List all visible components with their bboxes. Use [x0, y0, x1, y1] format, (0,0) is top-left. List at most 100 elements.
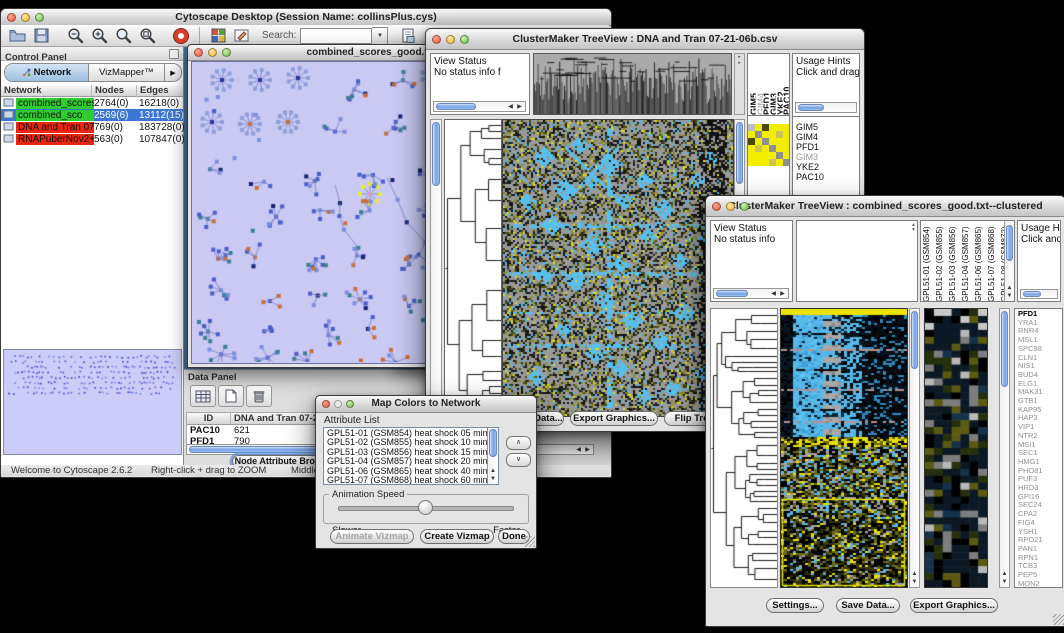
treeview1-titlebar[interactable]: ClusterMaker TreeView : DNA and Tran 07-…	[426, 29, 864, 50]
tv1-gene-item[interactable]: GIM4	[796, 132, 860, 142]
scroll-right-icon[interactable]: ▶	[778, 289, 787, 299]
scroll-thumb[interactable]	[1001, 311, 1008, 387]
search-input[interactable]	[300, 28, 372, 44]
similarity-matrix[interactable]	[748, 124, 790, 166]
attribute-option[interactable]: GPL51-07 (GSM868) heat shock 60 min	[327, 476, 498, 485]
scroll-thumb[interactable]	[716, 290, 748, 297]
tv2-array-label[interactable]: GPL51-07 (GSM868)	[987, 222, 1000, 302]
birdseye-canvas[interactable]	[4, 350, 181, 454]
minimize-icon[interactable]	[726, 202, 735, 211]
tv1-left-dendrogram[interactable]	[444, 119, 502, 417]
tv1-left-vscrollbar[interactable]: ▲ ▼	[430, 119, 442, 421]
mini-arrows-icon[interactable]: ▲▼	[911, 223, 916, 233]
tv2-heatmap-canvas[interactable]	[781, 309, 907, 587]
help-lifesaver-icon[interactable]	[171, 26, 191, 46]
tv2-settings-button[interactable]: Settings...	[766, 598, 824, 613]
tv2-zoom-heatmap-canvas[interactable]	[925, 309, 987, 587]
zoom-window-icon[interactable]	[35, 13, 44, 22]
scroll-left-icon[interactable]: ◀	[506, 102, 515, 112]
tv2-array-label[interactable]: GPL51-03 (GSM856)	[948, 222, 961, 302]
treeview2-titlebar[interactable]: ClusterMaker TreeView : combined_scores_…	[706, 196, 1064, 217]
tv2-status-hscrollbar[interactable]: ◀ ▶	[713, 288, 789, 299]
float-panel-icon[interactable]	[169, 49, 179, 59]
tab-network[interactable]: Network	[5, 64, 89, 81]
scroll-right-icon[interactable]: ▶	[515, 102, 524, 112]
network-row[interactable]: combined_scores 2764(0) 16218(0)	[1, 97, 183, 109]
tv2-heatmap[interactable]	[780, 308, 908, 588]
scroll-left-icon[interactable]: ◀	[574, 445, 583, 455]
tv2-zoom-vscrollbar[interactable]: ▲ ▼	[999, 308, 1010, 588]
dialog-titlebar[interactable]: Map Colors to Network	[316, 396, 536, 413]
move-down-button[interactable]: ∨	[506, 453, 531, 467]
scroll-up-icon[interactable]: ▲	[1005, 284, 1014, 292]
scroll-thumb[interactable]	[1006, 225, 1013, 261]
speed-slider-thumb[interactable]	[418, 500, 433, 515]
zoom-out-icon[interactable]	[65, 26, 85, 46]
minimize-icon[interactable]	[208, 48, 217, 57]
minimize-icon[interactable]	[334, 400, 342, 408]
tv2-zoom-heatmap[interactable]	[924, 308, 988, 588]
col-id[interactable]: ID	[187, 413, 231, 425]
scroll-thumb[interactable]	[432, 122, 440, 186]
close-icon[interactable]	[712, 202, 721, 211]
network-row[interactable]: combined_sco 2569(6) 13112(15)	[1, 109, 183, 121]
tv1-heatmap[interactable]	[502, 119, 734, 417]
tv2-array-label[interactable]: GPL51-02 (GSM855)	[935, 222, 948, 302]
scroll-thumb[interactable]	[798, 104, 824, 111]
col-edges[interactable]: Edges	[137, 85, 183, 97]
close-icon[interactable]	[194, 48, 203, 57]
tv1-column-label[interactable]: GIM3	[769, 56, 776, 115]
delete-attribute-icon[interactable]	[246, 385, 272, 407]
scroll-down-icon[interactable]: ▼	[488, 475, 498, 483]
birdseye-view[interactable]	[3, 349, 182, 455]
attribute-browser-icon[interactable]	[398, 26, 418, 46]
new-attribute-icon[interactable]	[218, 385, 244, 407]
move-up-button[interactable]: ∧	[506, 436, 531, 450]
tv1-heatmap-canvas[interactable]	[503, 120, 733, 416]
tv2-left-dendrogram-canvas[interactable]	[711, 309, 777, 587]
scroll-thumb[interactable]	[436, 103, 476, 110]
close-icon[interactable]	[7, 13, 16, 22]
scroll-down-icon[interactable]: ▼	[1000, 578, 1009, 586]
col-network[interactable]: Network	[1, 85, 92, 97]
minimize-icon[interactable]	[21, 13, 30, 22]
tv1-column-label[interactable]: GIM5	[749, 56, 756, 115]
zoom-window-icon[interactable]	[460, 35, 469, 44]
tv1-column-label[interactable]: PFD1	[762, 56, 769, 115]
search-dropdown-button[interactable]: ▼	[372, 27, 388, 45]
close-icon[interactable]	[322, 400, 330, 408]
tv2-array-label[interactable]: GPL51-04 (GSM857)	[961, 222, 974, 302]
zoom-fit-icon[interactable]	[113, 26, 133, 46]
scroll-left-icon[interactable]: ◀	[769, 289, 778, 299]
scroll-thumb[interactable]	[489, 429, 497, 457]
tv1-status-hscrollbar[interactable]: ◀ ▶	[433, 101, 526, 112]
zoom-window-icon[interactable]	[222, 48, 231, 57]
select-attributes-icon[interactable]	[190, 385, 216, 407]
scroll-up-icon[interactable]: ▲	[488, 467, 498, 475]
tv1-gene-item[interactable]: YKE2	[796, 162, 860, 172]
tv1-gene-item[interactable]: GIM3	[796, 152, 860, 162]
tv1-column-label[interactable]: PAC10	[782, 56, 789, 115]
tv1-top-dendrogram-canvas[interactable]	[534, 54, 731, 114]
save-session-icon[interactable]	[31, 26, 51, 46]
annotation-icon[interactable]	[232, 26, 252, 46]
main-titlebar[interactable]: Cytoscape Desktop (Session Name: collins…	[1, 9, 611, 26]
tv1-gene-item[interactable]: PFD1	[796, 142, 860, 152]
tv2-save-data-button[interactable]: Save Data...	[836, 598, 900, 613]
attribute-list-vscrollbar[interactable]: ▲ ▼	[487, 428, 498, 484]
tv1-gene-item[interactable]: PAC10	[796, 172, 860, 182]
tv1-export-graphics-button[interactable]: Export Graphics...	[570, 411, 658, 426]
tv2-array-label[interactable]: GPL51-06 (GSM865)	[974, 222, 987, 302]
tv2-gene-item[interactable]: MON2	[1018, 580, 1062, 588]
tv2-array-label[interactable]: GPL51-01 (GSM854)	[922, 222, 935, 302]
open-session-icon[interactable]	[7, 26, 27, 46]
tab-overflow-arrow[interactable]: ▶	[165, 64, 181, 81]
tv1-left-dendrogram-canvas[interactable]	[445, 120, 501, 416]
minimize-icon[interactable]	[446, 35, 455, 44]
scroll-thumb[interactable]	[1023, 291, 1041, 297]
create-vizmap-button[interactable]: Create Vizmap	[420, 529, 494, 544]
tv2-export-graphics-button[interactable]: Export Graphics...	[910, 598, 998, 613]
zoom-selected-icon[interactable]	[137, 26, 157, 46]
zoom-window-icon[interactable]	[346, 400, 354, 408]
animate-vizmap-button[interactable]: Animate Vizmap	[330, 529, 414, 544]
